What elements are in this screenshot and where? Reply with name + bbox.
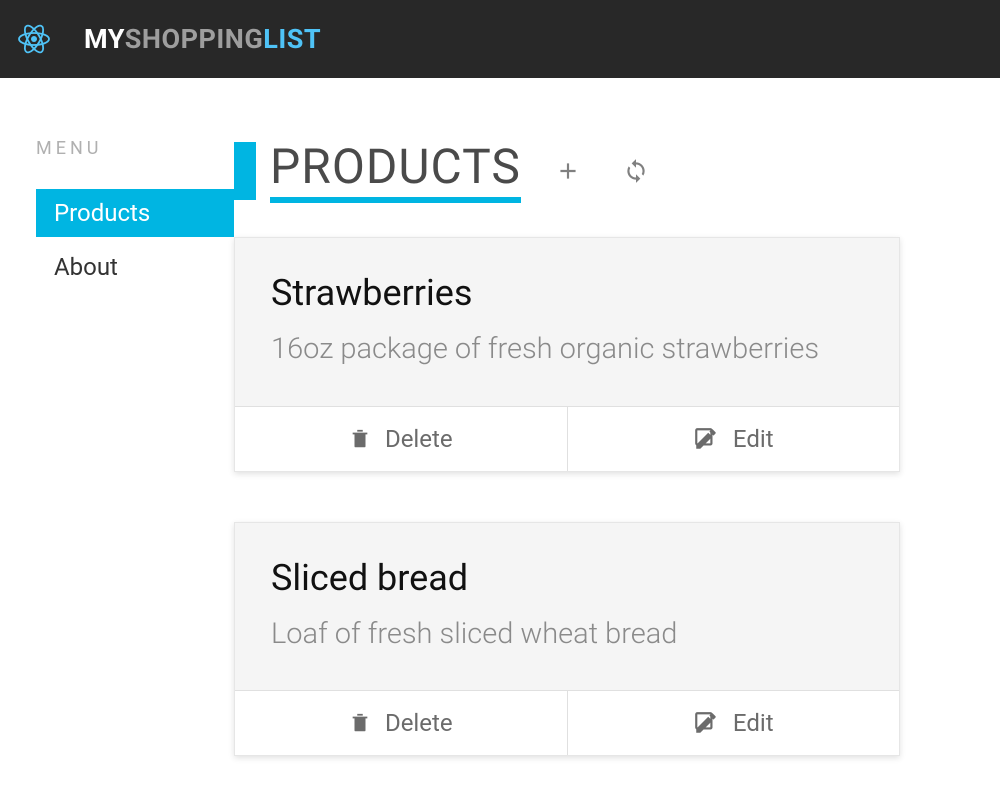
edit-button[interactable]: Edit: [568, 407, 900, 471]
delete-button[interactable]: Delete: [235, 407, 568, 471]
page-title-wrap: PRODUCTS: [270, 138, 521, 203]
app-header: MYSHOPPINGLIST: [0, 0, 1000, 78]
product-description: 16oz package of fresh organic strawberri…: [271, 328, 863, 372]
trash-icon: [349, 428, 371, 450]
product-card-body: Strawberries 16oz package of fresh organ…: [235, 238, 899, 406]
page-title-row: PRODUCTS: [234, 138, 900, 203]
product-card: Strawberries 16oz package of fresh organ…: [234, 237, 900, 472]
sidebar-item-products[interactable]: Products: [36, 189, 234, 237]
menu-heading: MENU: [36, 138, 234, 159]
plus-icon: [555, 158, 581, 184]
delete-label: Delete: [385, 425, 453, 453]
delete-label: Delete: [385, 709, 453, 737]
brand-part-list: LIST: [263, 23, 321, 55]
sidebar-item-about[interactable]: About: [36, 243, 234, 291]
add-product-button[interactable]: [555, 158, 581, 184]
title-accent-bar: [234, 142, 256, 200]
product-card-footer: Delete Edit: [235, 690, 899, 755]
product-card: Sliced bread Loaf of fresh sliced wheat …: [234, 522, 900, 757]
edit-label: Edit: [733, 425, 774, 453]
product-name: Strawberries: [271, 272, 863, 314]
product-description: Loaf of fresh sliced wheat bread: [271, 613, 863, 657]
edit-button[interactable]: Edit: [568, 691, 900, 755]
sidebar: MENU Products About: [0, 138, 234, 806]
edit-icon: [693, 426, 719, 452]
edit-label: Edit: [733, 709, 774, 737]
sidebar-item-label: Products: [54, 199, 150, 227]
product-name: Sliced bread: [271, 557, 863, 599]
refresh-icon: [623, 158, 649, 184]
react-logo-icon: [16, 21, 52, 57]
main-content: PRODUCTS Strawberries 16oz package of fr…: [234, 138, 1000, 806]
trash-icon: [349, 712, 371, 734]
brand-part-shopping: SHOPPING: [125, 23, 263, 55]
edit-icon: [693, 710, 719, 736]
sidebar-item-label: About: [54, 253, 118, 281]
brand-part-my: MY: [84, 23, 125, 55]
app-title: MYSHOPPINGLIST: [84, 23, 321, 55]
product-card-footer: Delete Edit: [235, 406, 899, 471]
page-title: PRODUCTS: [270, 138, 521, 195]
refresh-button[interactable]: [623, 158, 649, 184]
delete-button[interactable]: Delete: [235, 691, 568, 755]
product-card-body: Sliced bread Loaf of fresh sliced wheat …: [235, 523, 899, 691]
